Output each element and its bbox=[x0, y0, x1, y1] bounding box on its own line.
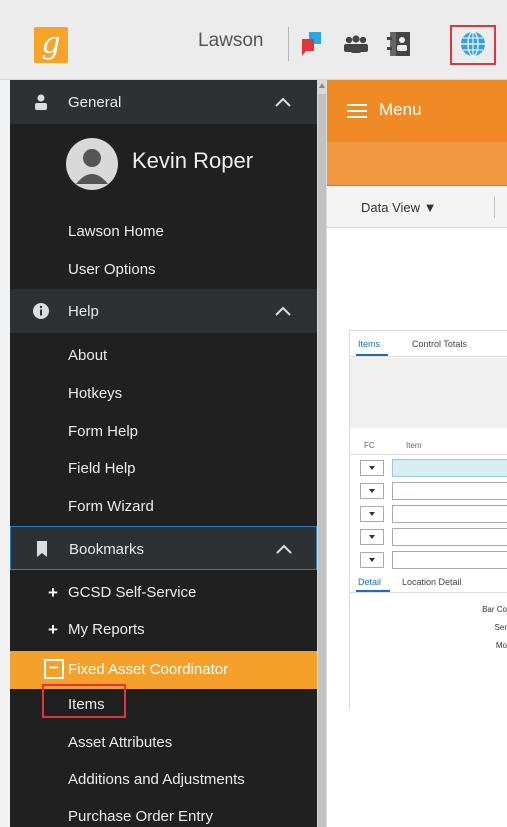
sidebar-item-user-options[interactable]: User Options bbox=[68, 261, 156, 278]
main-content: Menu Data View ▼ Items Control Totals FC… bbox=[327, 80, 507, 827]
chevron-up-icon[interactable] bbox=[275, 542, 293, 556]
bookmark-folder-my-reports[interactable]: + My Reports bbox=[48, 620, 145, 639]
chevron-down-icon bbox=[369, 466, 375, 470]
item-field[interactable] bbox=[392, 482, 507, 500]
sidebar: General Kevin Roper Lawson Home User Opt… bbox=[10, 80, 317, 827]
app-logo[interactable]: g bbox=[34, 27, 68, 63]
form-toolbar: Data View ▼ bbox=[327, 186, 507, 228]
table-row bbox=[360, 481, 507, 501]
menu-label[interactable]: Menu bbox=[379, 100, 422, 120]
sidebar-item-form-help[interactable]: Form Help bbox=[68, 423, 138, 440]
form-tabs: Items Control Totals bbox=[350, 331, 507, 357]
form-title-bar bbox=[327, 142, 507, 186]
bookmark-icon bbox=[37, 541, 47, 557]
section-label: Help bbox=[68, 303, 99, 320]
fc-dropdown[interactable] bbox=[360, 483, 384, 499]
sidebar-item-about[interactable]: About bbox=[68, 347, 107, 364]
section-header-help[interactable]: Help bbox=[10, 289, 317, 333]
item-field[interactable] bbox=[392, 551, 507, 569]
contacts-book-icon[interactable] bbox=[384, 29, 414, 59]
bookmark-folder-gcsd-self-service[interactable]: + GCSD Self-Service bbox=[48, 583, 197, 602]
info-icon bbox=[33, 303, 49, 319]
hamburger-icon[interactable] bbox=[347, 103, 367, 119]
app-window: g Lawson General Kevin Roper Lawson Home… bbox=[0, 0, 507, 827]
section-label: Bookmarks bbox=[69, 541, 145, 558]
data-view-dropdown[interactable]: Data View ▼ bbox=[361, 200, 437, 215]
tab-items[interactable]: Items bbox=[358, 339, 380, 349]
sidebar-item-form-wizard[interactable]: Form Wizard bbox=[68, 498, 154, 515]
section-header-general[interactable]: General bbox=[10, 80, 317, 124]
chat-bubbles-icon[interactable] bbox=[297, 29, 327, 59]
brand-name: Lawson bbox=[198, 30, 264, 51]
column-header-fc: FC bbox=[364, 441, 375, 450]
section-header-bookmarks[interactable]: Bookmarks bbox=[10, 526, 317, 570]
folder-label: GCSD Self-Service bbox=[68, 584, 197, 601]
fc-dropdown[interactable] bbox=[360, 552, 384, 568]
sidebar-item-field-help[interactable]: Field Help bbox=[68, 460, 136, 477]
section-label: General bbox=[68, 94, 122, 111]
table-row bbox=[360, 527, 507, 547]
chevron-down-icon bbox=[369, 535, 375, 539]
divider bbox=[288, 27, 289, 61]
logo-letter: g bbox=[41, 26, 61, 61]
people-icon[interactable] bbox=[341, 29, 371, 59]
folder-label: My Reports bbox=[68, 621, 145, 638]
chevron-up-icon[interactable] bbox=[274, 304, 292, 318]
expand-icon[interactable]: + bbox=[48, 583, 58, 603]
field-label-bar-code: Bar Co bbox=[482, 605, 507, 614]
tab-location-detail[interactable]: Location Detail bbox=[402, 577, 462, 587]
items-highlight-box bbox=[42, 684, 126, 718]
globe-highlight-box bbox=[450, 25, 496, 65]
expand-icon[interactable]: + bbox=[48, 620, 58, 640]
sidebar-item-hotkeys[interactable]: Hotkeys bbox=[68, 385, 122, 402]
table-row bbox=[360, 458, 507, 478]
column-header-item: Item bbox=[406, 441, 422, 450]
user-name: Kevin Roper bbox=[132, 148, 254, 173]
tab-detail[interactable]: Detail bbox=[358, 577, 381, 587]
sidebar-item-additions-and-adjustments[interactable]: Additions and Adjustments bbox=[68, 771, 245, 788]
scrollbar-thumb[interactable] bbox=[318, 94, 326, 827]
person-icon bbox=[76, 149, 108, 184]
divider bbox=[350, 454, 507, 455]
item-field[interactable] bbox=[392, 505, 507, 523]
fc-dropdown[interactable] bbox=[360, 529, 384, 545]
chevron-down-icon bbox=[369, 489, 375, 493]
active-tab-indicator bbox=[356, 354, 388, 356]
fc-dropdown[interactable] bbox=[360, 506, 384, 522]
item-field[interactable] bbox=[392, 459, 507, 477]
menu-bar: Menu bbox=[327, 80, 507, 142]
user-icon bbox=[35, 94, 47, 110]
sidebar-item-purchase-order-entry[interactable]: Purchase Order Entry bbox=[68, 808, 213, 825]
scroll-up-arrow-icon[interactable] bbox=[319, 83, 325, 88]
sidebar-item-lawson-home[interactable]: Lawson Home bbox=[68, 223, 164, 240]
toolbar-divider bbox=[494, 196, 495, 218]
table-row bbox=[360, 550, 507, 570]
chevron-up-icon[interactable] bbox=[274, 95, 292, 109]
tab-control-totals[interactable]: Control Totals bbox=[412, 339, 467, 349]
table-row bbox=[360, 504, 507, 524]
collapse-icon[interactable]: − bbox=[44, 659, 64, 679]
active-tab-indicator bbox=[356, 590, 390, 592]
item-field[interactable] bbox=[392, 528, 507, 546]
field-label-serial: Ser bbox=[494, 623, 507, 632]
fc-dropdown[interactable] bbox=[360, 460, 384, 476]
sidebar-item-asset-attributes[interactable]: Asset Attributes bbox=[68, 734, 172, 751]
field-label-model: Mo bbox=[495, 641, 507, 650]
avatar[interactable] bbox=[66, 138, 118, 190]
folder-label: Fixed Asset Coordinator bbox=[68, 661, 229, 678]
chevron-down-icon bbox=[369, 558, 375, 562]
top-bar: g Lawson bbox=[0, 0, 507, 80]
form-header-area bbox=[350, 358, 507, 428]
form-panel: Items Control Totals FC Item Detail Loca… bbox=[349, 330, 507, 710]
chevron-down-icon bbox=[369, 512, 375, 516]
